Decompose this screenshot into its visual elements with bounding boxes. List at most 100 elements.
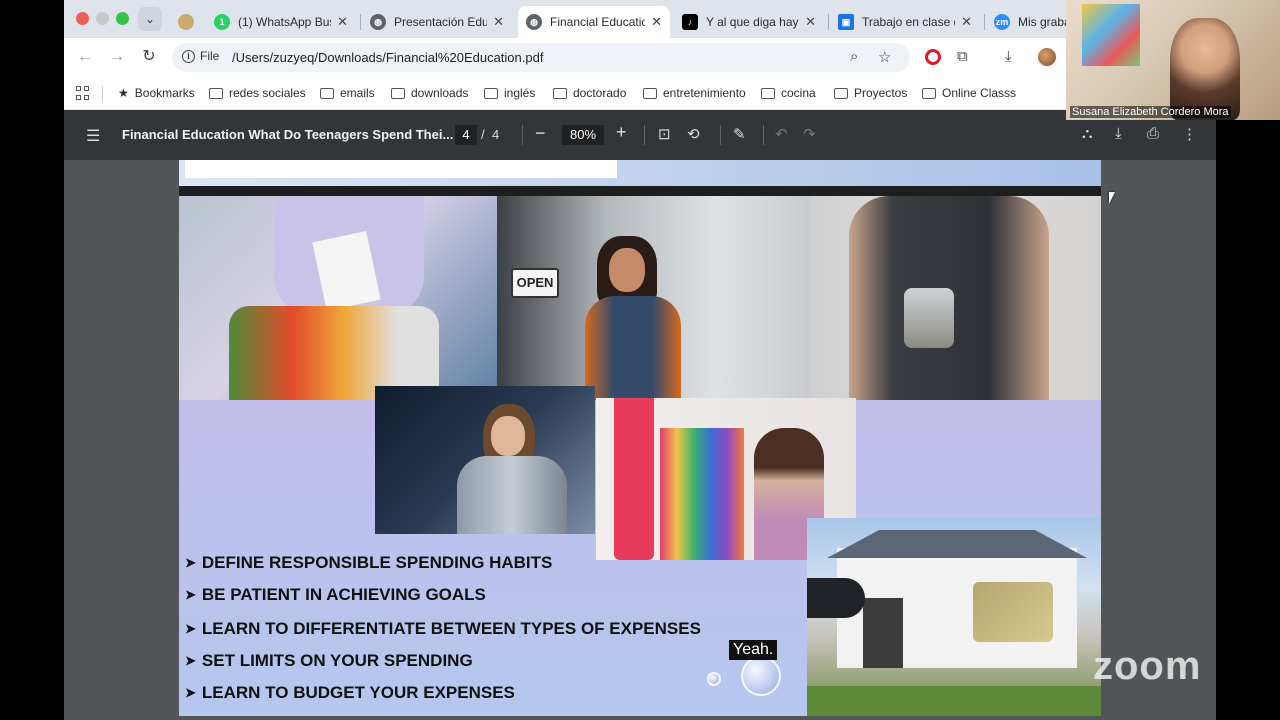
coin-jar-photo [809, 196, 1101, 400]
participant-video [1170, 18, 1240, 120]
bullet-item: ➤ BE PATIENT IN ACHIEVING GOALS [185, 585, 486, 605]
bookmark-label: entretenimiento [663, 86, 746, 100]
bookmark-label: downloads [411, 86, 469, 100]
bookmark-item[interactable]: ★ Bookmarks [118, 86, 195, 100]
tab-mis-grabaciones[interactable]: zm Mis graba [986, 6, 1078, 38]
tab-trabajo[interactable]: ▣ Trabajo en clase d ✕ [830, 6, 980, 38]
tab-financial-education[interactable]: ◍ Financial Educatio ✕ [518, 6, 670, 38]
redo-icon[interactable]: ↷ [803, 125, 816, 143]
pdf-toolbar: ☰ Financial Education What Do Teenagers … [64, 110, 1216, 160]
undo-icon[interactable]: ↶ [775, 125, 788, 143]
reload-icon[interactable]: ↻ [138, 46, 160, 68]
page-total: 4 [492, 127, 500, 142]
tab-tiktok[interactable]: ♪ Y al que diga hay ✕ [674, 6, 824, 38]
folder-icon [922, 87, 936, 99]
tab-bar: ⌄ 1 (1) WhatsApp Bus ✕ ◍ Presentación Ed… [64, 0, 1216, 38]
bookmark-folder[interactable]: redes sociales [209, 86, 306, 100]
bookmark-folder[interactable]: Online Classs [922, 86, 1016, 100]
whatsapp-icon: 1 [214, 14, 230, 30]
zoom-level-input[interactable]: 80% [562, 125, 604, 145]
zoom-out-button[interactable]: − [535, 123, 546, 144]
bullet-text: LEARN TO BUDGET YOUR EXPENSES [201, 683, 515, 702]
bookmark-folder[interactable]: entretenimiento [643, 86, 746, 100]
bullet-text: BE PATIENT IN ACHIEVING GOALS [201, 585, 486, 604]
folder-icon [643, 87, 657, 99]
open-sign: OPEN [511, 268, 559, 298]
bookmark-folder[interactable]: inglés [484, 86, 535, 100]
address-bar[interactable]: i File /Users/zuzyeq/Downloads/Financial… [172, 43, 910, 72]
tab-search-button[interactable]: ⌄ [138, 7, 162, 31]
grocery-shopping-photo [179, 196, 497, 400]
url-text[interactable]: /Users/zuzyeq/Downloads/Financial%20Educ… [232, 50, 543, 65]
bullet-item: ➤ LEARN TO BUDGET YOUR EXPENSES [185, 683, 515, 703]
tab-close-icon[interactable]: ✕ [805, 14, 816, 30]
tab-pinned[interactable] [170, 6, 206, 38]
tab-title: Trabajo en clase d [862, 15, 956, 29]
arrow-bullet-icon: ➤ [185, 621, 196, 636]
zoom-watermark: zoom [1093, 644, 1202, 688]
drive-save-icon[interactable]: ⛬ [1082, 125, 1093, 142]
pdf-viewport[interactable]: OPEN ➤ DEFINE RESPONSIBLE SPENDING HABIT… [64, 160, 1216, 720]
bookmark-label: inglés [504, 86, 536, 100]
bookmark-folder[interactable]: cocina [761, 86, 816, 100]
house-keys-photo [807, 518, 1101, 716]
tab-title: Presentación Edu [394, 15, 488, 29]
bookmark-folder[interactable]: emails [320, 86, 375, 100]
screen: ⌄ 1 (1) WhatsApp Bus ✕ ◍ Presentación Ed… [0, 0, 1280, 720]
window-minimize-button[interactable] [96, 12, 109, 25]
profile-avatar[interactable] [1038, 48, 1056, 66]
tab-close-icon[interactable]: ✕ [337, 14, 348, 30]
previous-section-strip [179, 160, 1101, 186]
menu-icon[interactable]: ☰ [86, 126, 100, 146]
site-info-chip[interactable]: i File [182, 49, 219, 63]
downloads-icon[interactable]: ⤓ [1005, 48, 1012, 65]
bookmark-folder[interactable]: Proyectos [834, 86, 907, 100]
zoom-magnifier-icon[interactable]: ⌕ [850, 48, 858, 65]
fit-to-page-icon[interactable]: ⊡ [658, 125, 671, 143]
tab-whatsapp[interactable]: 1 (1) WhatsApp Bus ✕ [206, 6, 356, 38]
arrow-bullet-icon: ➤ [185, 685, 196, 700]
print-icon[interactable]: ⎙ [1147, 125, 1159, 142]
tab-title: Y al que diga hay [706, 15, 799, 29]
annotate-pen-icon[interactable]: ✎ [733, 125, 746, 143]
pdf-title: Financial Education What Do Teenagers Sp… [122, 127, 454, 142]
info-icon: i [182, 49, 195, 63]
bookmark-label: Online Classs [942, 86, 1017, 100]
page-number-input[interactable]: 4 [455, 125, 477, 145]
bullet-item: ➤ DEFINE RESPONSIBLE SPENDING HABITS [185, 553, 552, 573]
site-info-label: File [200, 49, 220, 63]
pinned-tab-icon [178, 14, 194, 30]
folder-icon [834, 87, 848, 99]
mouse-cursor-icon [1109, 192, 1121, 204]
tab-close-icon[interactable]: ✕ [651, 14, 662, 30]
bookmark-label: emails [340, 86, 375, 100]
zoom-in-button[interactable]: + [616, 122, 627, 143]
back-arrow-icon[interactable]: ← [74, 46, 96, 68]
bookmark-folder[interactable]: downloads [391, 86, 468, 100]
window-maximize-button[interactable] [116, 12, 129, 25]
tab-close-icon[interactable]: ✕ [493, 14, 504, 30]
live-caption: Yeah. [729, 640, 778, 660]
globe-icon: ◍ [370, 14, 386, 30]
browser-window: ⌄ 1 (1) WhatsApp Bus ✕ ◍ Presentación Ed… [64, 0, 1216, 720]
tab-title: (1) WhatsApp Bus [238, 15, 332, 29]
bookmark-label: cocina [781, 86, 816, 100]
tab-presentacion[interactable]: ◍ Presentación Edu ✕ [362, 6, 512, 38]
folder-icon [320, 87, 334, 99]
arrow-bullet-icon: ➤ [185, 555, 196, 570]
star-icon: ★ [118, 86, 129, 100]
opera-extension-icon[interactable] [925, 49, 941, 65]
window-close-button[interactable] [76, 12, 89, 25]
webcam-thumbnail[interactable]: Susana Elizabeth Cordero Mora [1066, 0, 1280, 120]
page-separator: / [481, 127, 485, 142]
more-options-icon[interactable]: ⋮ [1182, 125, 1197, 143]
bookmark-folder[interactable]: doctorado [553, 86, 626, 100]
rotate-icon[interactable]: ⟲ [687, 125, 700, 143]
forward-arrow-icon[interactable]: → [106, 46, 128, 68]
bookmark-star-icon[interactable]: ☆ [878, 48, 891, 66]
tab-close-icon[interactable]: ✕ [961, 14, 972, 30]
extensions-puzzle-icon[interactable]: ⧉ [957, 48, 968, 65]
pdf-page: OPEN ➤ DEFINE RESPONSIBLE SPENDING HABIT… [179, 160, 1101, 716]
download-icon[interactable]: ⤓ [1115, 125, 1122, 142]
apps-grid-icon[interactable] [76, 86, 90, 100]
